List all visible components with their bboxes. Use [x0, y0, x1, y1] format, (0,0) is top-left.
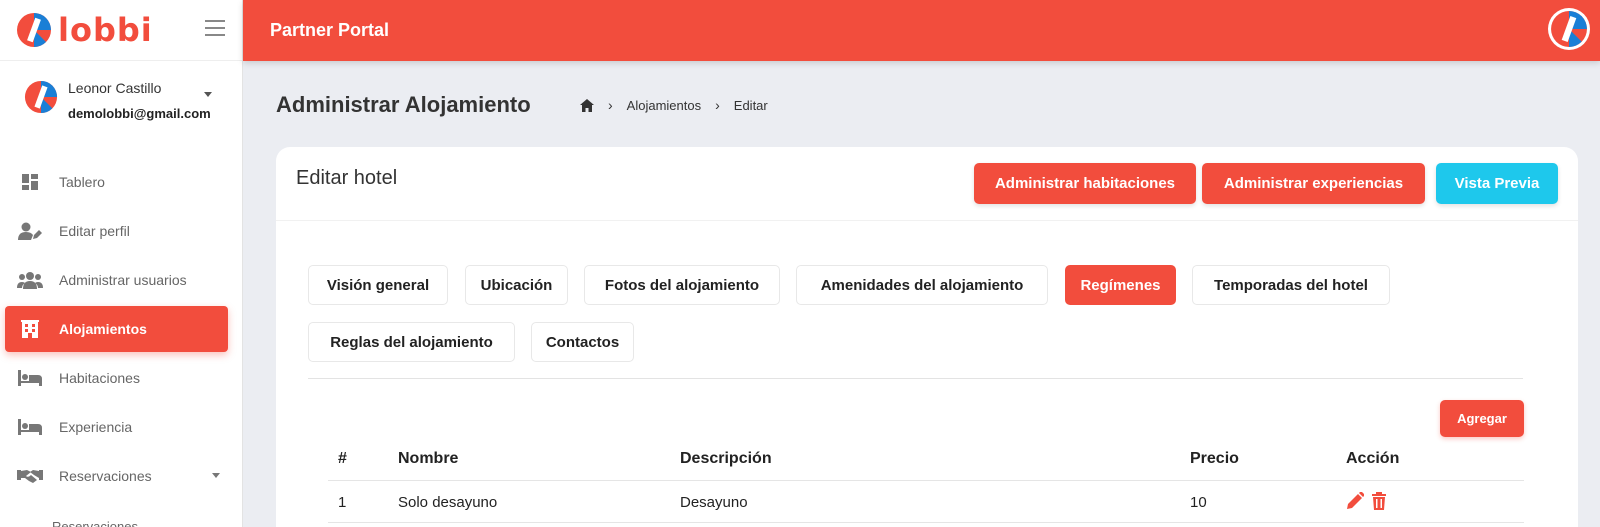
table-row: 1 Solo desayuno Desayuno 10 — [328, 481, 1524, 523]
sidebar-item-label: Habitaciones — [59, 370, 140, 386]
handshake-icon — [17, 466, 43, 486]
lobbi-logo-icon — [1551, 11, 1587, 47]
sidebar-item-administrar-usuarios[interactable]: Administrar usuarios — [5, 257, 228, 303]
row-price: 10 — [1190, 494, 1207, 511]
tab-amenidades[interactable]: Amenidades del alojamiento — [796, 265, 1048, 305]
sidebar-item-experiencia[interactable]: Experiencia — [5, 404, 228, 450]
edit-hotel-card: Editar hotel Administrar habitaciones Ad… — [276, 147, 1578, 527]
regimes-table: # Nombre Descripción Precio Acción 1 Sol… — [328, 437, 1524, 523]
account-avatar[interactable] — [1548, 8, 1590, 50]
tab-temporadas[interactable]: Temporadas del hotel — [1192, 265, 1390, 305]
delete-trash-icon[interactable] — [1370, 492, 1388, 510]
column-header-number: # — [338, 450, 347, 467]
column-header-nombre: Nombre — [398, 450, 459, 467]
chevron-down-icon[interactable] — [212, 473, 220, 478]
row-actions — [1346, 492, 1394, 510]
brand-name: lobbi — [58, 11, 153, 49]
column-header-accion: Acción — [1346, 450, 1400, 467]
tab-vision-general[interactable]: Visión general — [308, 265, 448, 305]
add-button[interactable]: Agregar — [1440, 400, 1524, 437]
column-header-descripcion: Descripción — [680, 450, 772, 467]
chevron-right-icon: › — [608, 97, 613, 113]
sidebar-nav: Tablero Editar perfil Administrar usuari… — [0, 159, 243, 502]
chevron-right-icon: › — [715, 97, 720, 113]
home-icon[interactable] — [580, 98, 594, 112]
tab-ubicacion[interactable]: Ubicación — [465, 265, 568, 305]
tab-contactos[interactable]: Contactos — [531, 322, 634, 362]
user-edit-icon — [17, 221, 43, 241]
dashboard-icon — [17, 172, 43, 192]
top-bar: Partner Portal — [243, 0, 1600, 61]
divider — [308, 378, 1523, 379]
breadcrumb: › Alojamientos › Editar — [580, 97, 768, 113]
sidebar-item-label: Reservaciones — [59, 468, 152, 484]
row-id: 1 — [338, 494, 347, 511]
row-description: Desayuno — [680, 494, 748, 511]
page-title: Administrar Alojamiento — [276, 92, 531, 117]
breadcrumb-editar: Editar — [733, 97, 768, 113]
sidebar-item-tablero[interactable]: Tablero — [5, 159, 228, 205]
building-icon — [17, 319, 43, 339]
user-email: demolobbi@gmail.com — [68, 106, 211, 121]
sidebar-item-alojamientos[interactable]: Alojamientos — [5, 306, 228, 352]
row-name: Solo desayuno — [398, 494, 498, 511]
breadcrumb-alojamientos[interactable]: Alojamientos — [627, 98, 701, 113]
sidebar-item-reservaciones[interactable]: Reservaciones — [5, 453, 228, 499]
card-header: Editar hotel Administrar habitaciones Ad… — [276, 147, 1578, 221]
sidebar-item-label: Tablero — [59, 174, 105, 190]
sidebar-item-label: Experiencia — [59, 419, 133, 435]
portal-title: Partner Portal — [270, 20, 390, 40]
preview-button[interactable]: Vista Previa — [1436, 163, 1558, 204]
tab-fotos[interactable]: Fotos del alojamiento — [584, 265, 780, 305]
user-profile[interactable]: Leonor Castillo demolobbi@gmail.com — [24, 78, 234, 128]
sidebar-item-label: Administrar usuarios — [59, 272, 187, 288]
sidebar-item-habitaciones[interactable]: Habitaciones — [5, 355, 228, 401]
chevron-down-icon[interactable] — [204, 92, 212, 97]
users-icon — [17, 270, 43, 290]
sidebar-item-editar-perfil[interactable]: Editar perfil — [5, 208, 228, 254]
tab-reglas[interactable]: Reglas del alojamiento — [308, 322, 515, 362]
lobbi-logo-icon — [17, 13, 51, 47]
sidebar-item-label: Alojamientos — [59, 321, 147, 337]
manage-rooms-button[interactable]: Administrar habitaciones — [974, 163, 1196, 204]
avatar — [24, 80, 58, 114]
manage-experiences-button[interactable]: Administrar experiencias — [1202, 163, 1425, 204]
sidebar-item-label: Editar perfil — [59, 223, 130, 239]
tab-regimenes[interactable]: Regímenes — [1065, 265, 1176, 305]
sidebar-subitem-reservaciones[interactable]: Reservaciones — [52, 519, 138, 527]
user-name: Leonor Castillo — [68, 80, 162, 96]
table-header-row: # Nombre Descripción Precio Acción — [328, 437, 1524, 481]
hamburger-menu-icon[interactable] — [205, 20, 225, 41]
edit-pencil-icon[interactable] — [1346, 492, 1364, 510]
card-title: Editar hotel — [296, 167, 398, 189]
bed-icon — [17, 368, 43, 388]
sidebar: lobbi Leonor Castillo demolobbi@gmail.co… — [0, 0, 243, 527]
bed-icon — [17, 417, 43, 437]
column-header-precio: Precio — [1190, 450, 1239, 467]
